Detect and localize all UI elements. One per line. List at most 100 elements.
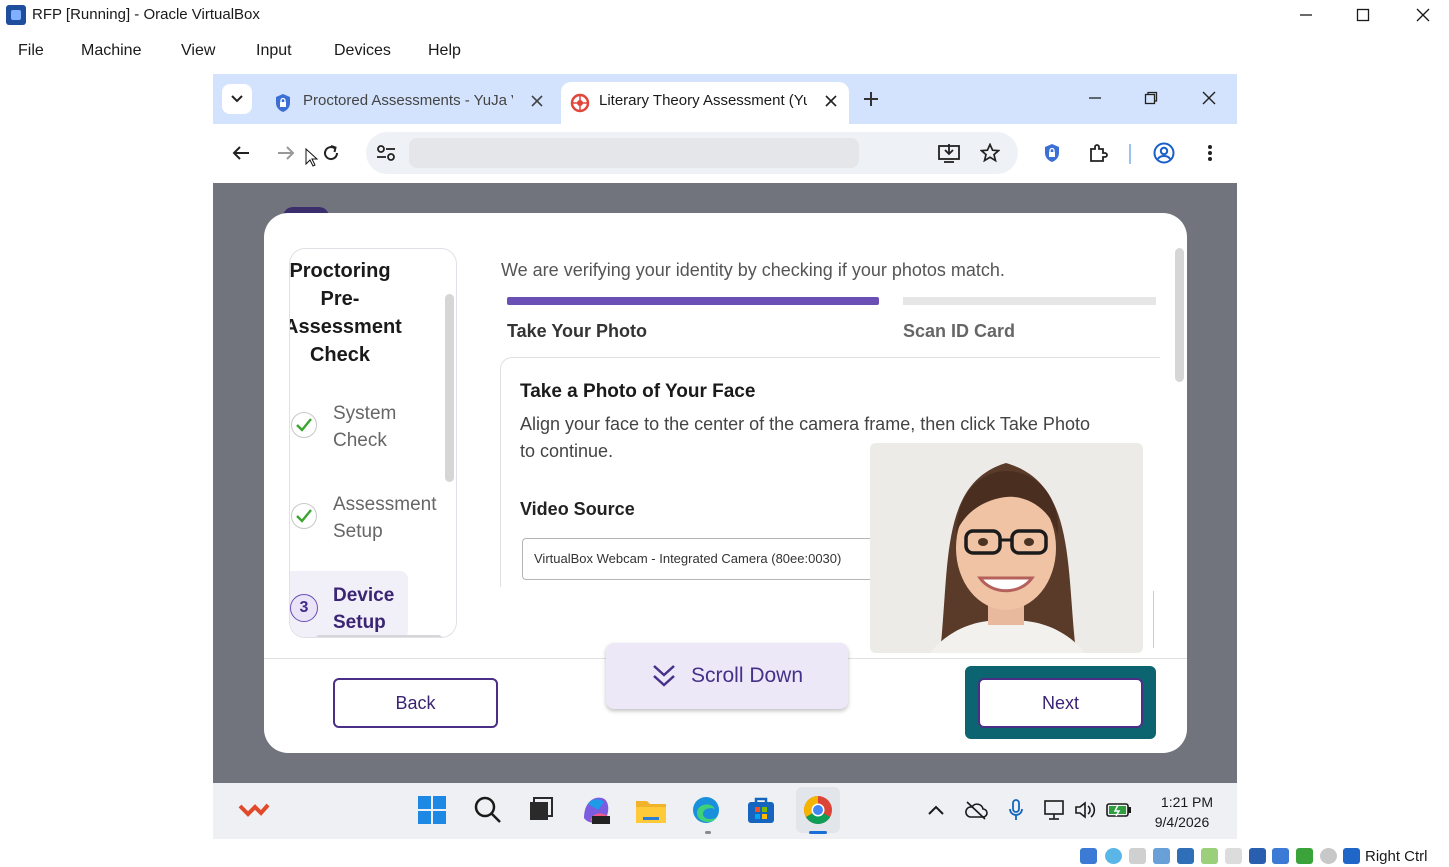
search-button[interactable] — [471, 793, 505, 827]
reload-button[interactable] — [320, 142, 342, 164]
close-window-button[interactable] — [1400, 2, 1446, 28]
file-explorer-app[interactable] — [634, 793, 668, 827]
maximize-button[interactable] — [1340, 2, 1386, 28]
toolbar-divider — [1129, 144, 1131, 164]
back-nav-button[interactable] — [230, 142, 252, 164]
menu-file[interactable]: File — [18, 42, 44, 60]
mouse-cursor-icon — [305, 148, 319, 167]
sidebar-horizontal-scrollbar[interactable] — [315, 635, 443, 637]
url-input[interactable] — [409, 138, 859, 168]
browser-tab-proctored[interactable]: Proctored Assessments - YuJa V — [265, 82, 555, 124]
sidebar-step-system-check[interactable]: System Check — [333, 400, 396, 454]
menu-input[interactable]: Input — [256, 42, 292, 60]
chrome-icon — [804, 796, 832, 824]
recording-status-icon[interactable] — [1249, 848, 1266, 864]
tab-close-button[interactable] — [531, 91, 543, 112]
card-description-line: Align your face to the center of the cam… — [520, 414, 1090, 434]
tab-take-your-photo[interactable]: Take Your Photo — [507, 321, 647, 342]
profile-button[interactable] — [1153, 142, 1175, 164]
browser-close-button[interactable] — [1199, 86, 1219, 110]
close-icon — [1202, 91, 1216, 105]
clock-date[interactable]: 9/4/2026 — [1147, 814, 1217, 830]
shield-lock-icon — [1045, 144, 1059, 162]
browser-restore-button[interactable] — [1141, 86, 1161, 110]
audio-status-icon[interactable] — [1129, 848, 1146, 864]
tab-title: Proctored Assessments - YuJa V — [303, 92, 513, 109]
install-app-button[interactable] — [938, 142, 960, 164]
widgets-button[interactable] — [237, 793, 271, 827]
close-icon — [1416, 8, 1430, 22]
display-status-icon[interactable] — [1225, 848, 1242, 864]
network-status[interactable] — [1038, 793, 1072, 827]
sidebar-vertical-scrollbar[interactable] — [445, 294, 454, 482]
show-hidden-icons-button[interactable] — [919, 793, 953, 827]
sidebar-step-assessment-setup[interactable]: Assessment Setup — [333, 491, 436, 545]
shared-folders-status-icon[interactable] — [1201, 848, 1218, 864]
close-icon — [531, 95, 543, 107]
active-app-indicator — [809, 831, 827, 834]
tab-close-button[interactable] — [825, 91, 837, 112]
virtualization-status-icon[interactable] — [1296, 848, 1313, 864]
step-complete-badge — [291, 503, 317, 529]
onedrive-status[interactable] — [959, 793, 993, 827]
start-button[interactable] — [415, 793, 449, 827]
video-source-label: Video Source — [520, 499, 635, 519]
hard-disk-status-icon[interactable] — [1080, 848, 1097, 864]
scroll-down-button[interactable]: Scroll Down — [606, 643, 848, 709]
yuja-logo-icon — [570, 93, 590, 113]
bookmark-button[interactable] — [979, 142, 1001, 164]
step-number-badge: 3 — [290, 594, 318, 622]
site-info-button[interactable] — [375, 142, 397, 164]
back-button[interactable]: Back — [333, 678, 498, 728]
maximize-icon — [1356, 8, 1370, 22]
cpu-status-icon[interactable] — [1272, 848, 1289, 864]
edge-app[interactable] — [689, 793, 723, 827]
tab-search-button[interactable] — [222, 84, 252, 114]
microphone-status[interactable] — [999, 793, 1033, 827]
microsoft-365-app[interactable] — [579, 793, 613, 827]
yuja-extension-button[interactable] — [1041, 142, 1063, 164]
browser-menu-button[interactable] — [1199, 142, 1221, 164]
menu-devices[interactable]: Devices — [334, 42, 391, 60]
network-adapter-status-icon[interactable] — [1153, 848, 1170, 864]
guest-display: Proctored Assessments - YuJa V Literary … — [213, 74, 1237, 783]
forward-nav-button[interactable] — [275, 142, 297, 164]
browser-minimize-button[interactable] — [1085, 86, 1105, 110]
menu-view[interactable]: View — [181, 42, 215, 60]
vbox-title-bar: RFP [Running] - Oracle VirtualBox — [0, 0, 1449, 30]
task-view-button[interactable] — [524, 793, 558, 827]
volume-status[interactable] — [1069, 793, 1103, 827]
proctoring-check-dialog: Proctoring Pre- Assessment Check System … — [264, 213, 1187, 753]
card-edge-line — [1153, 591, 1154, 648]
more-vert-icon — [1208, 145, 1212, 161]
vbox-menu-bar: File Machine View Input Devices Help — [0, 38, 1449, 66]
microsoft-store-app[interactable] — [744, 793, 778, 827]
step-label-line: Device — [333, 585, 395, 606]
mouse-integration-status-icon[interactable] — [1320, 848, 1337, 864]
video-source-select[interactable]: VirtualBox Webcam - Integrated Camera (8… — [522, 538, 882, 580]
chrome-app[interactable] — [801, 793, 835, 827]
content-vertical-scrollbar[interactable] — [1175, 248, 1184, 382]
install-icon — [938, 144, 960, 163]
optical-drive-status-icon[interactable] — [1105, 848, 1122, 864]
extensions-button[interactable] — [1087, 142, 1109, 164]
clock-time[interactable]: 1:21 PM — [1157, 794, 1217, 810]
menu-help[interactable]: Help — [428, 42, 461, 60]
keyboard-capture-status-icon[interactable] — [1343, 848, 1360, 864]
minimize-icon — [1300, 14, 1312, 16]
next-button[interactable]: Next — [978, 678, 1143, 728]
sidebar-step-device-setup[interactable]: Device Setup — [333, 582, 394, 636]
minimize-button[interactable] — [1283, 2, 1329, 28]
windows-logo-icon — [418, 796, 446, 824]
browser-toolbar — [213, 124, 1237, 183]
menu-machine[interactable]: Machine — [81, 42, 141, 60]
tune-icon — [377, 145, 395, 161]
usb-status-icon[interactable] — [1177, 848, 1194, 864]
browser-tab-literary-theory[interactable]: Literary Theory Assessment (YuJ — [561, 82, 849, 124]
tab-title: Literary Theory Assessment (YuJ — [599, 92, 807, 109]
new-tab-button[interactable] — [863, 86, 879, 114]
tab-scan-id-card[interactable]: Scan ID Card — [903, 321, 1015, 342]
shield-lock-icon — [276, 94, 290, 112]
checkmark-icon — [296, 418, 312, 432]
battery-status[interactable] — [1102, 793, 1136, 827]
